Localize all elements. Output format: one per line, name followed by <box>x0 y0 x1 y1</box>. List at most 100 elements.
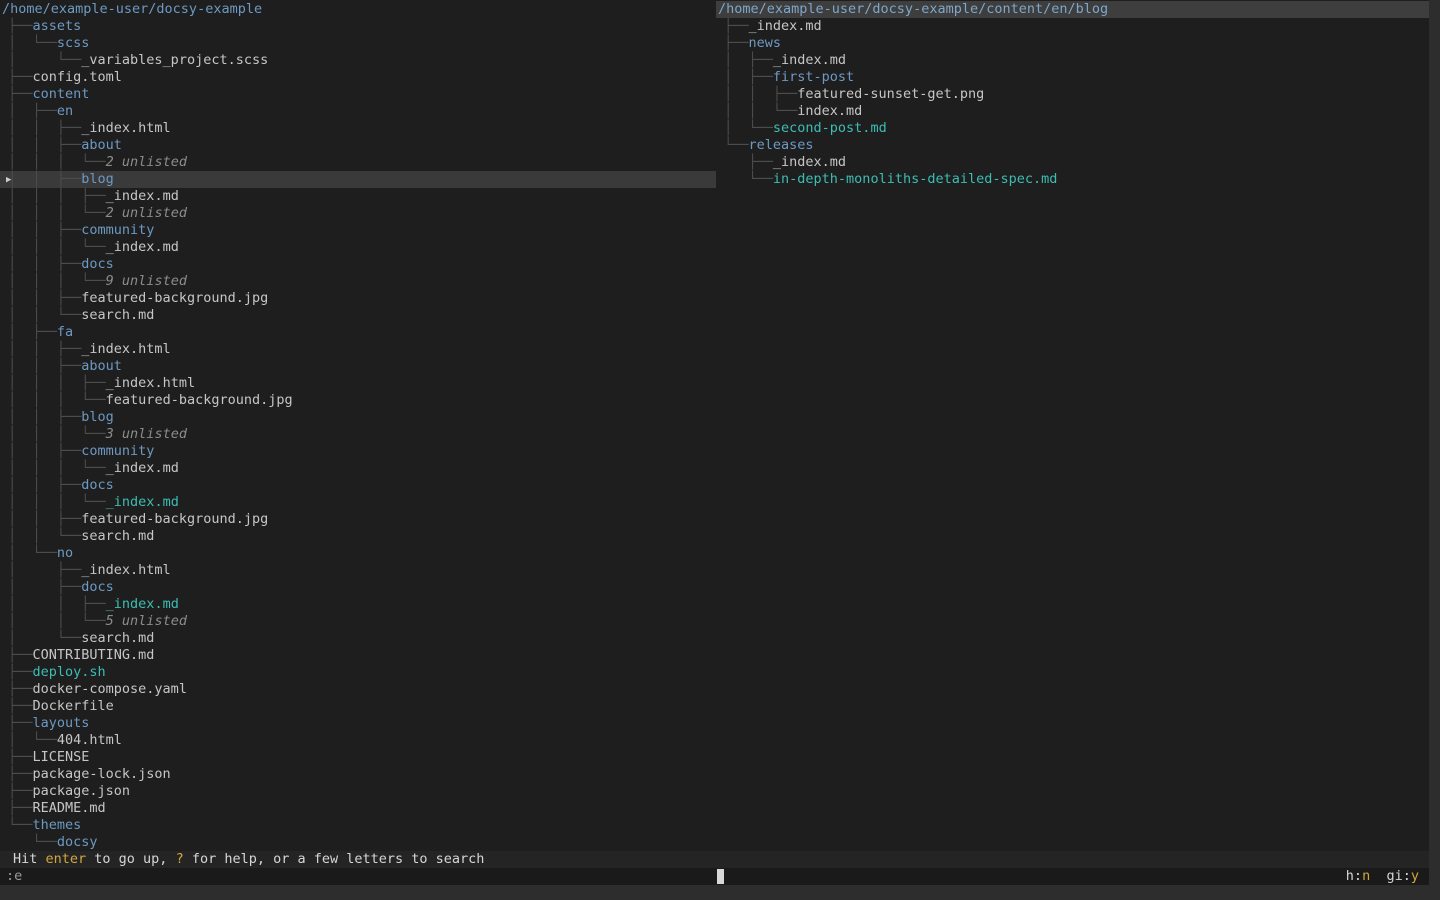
tree-row[interactable]: │ │ ├──blog <box>0 409 716 426</box>
tree-row[interactable]: ├──assets <box>0 18 716 35</box>
dir-name: about <box>81 358 122 374</box>
tree-row[interactable]: │ │ │ ├──_index.html <box>0 375 716 392</box>
tree-row[interactable]: │ ├──_index.html <box>0 562 716 579</box>
tree-row[interactable]: │ │ ├──_index.html <box>0 341 716 358</box>
tree-row[interactable]: │ │ └──5 unlisted <box>0 613 716 630</box>
tree-branch: │ │ ├── <box>716 86 797 102</box>
broot-window: /home/example-user/docsy-example ├──asse… <box>0 0 1440 900</box>
tree-row[interactable]: ├──news <box>716 35 1429 52</box>
tree-branch: ├── <box>0 664 33 680</box>
file-name: deploy.sh <box>33 664 106 680</box>
file-name: featured-background.jpg <box>81 511 268 527</box>
tree-row[interactable]: │ │ ├──_index.html <box>0 120 716 137</box>
file-name: config.toml <box>33 69 122 85</box>
tree-branch: │ └── <box>0 545 57 561</box>
tree-row[interactable]: │ │ │ └──9 unlisted <box>0 273 716 290</box>
flag-value: n <box>1362 868 1370 884</box>
tree-row[interactable]: └──releases <box>716 137 1429 154</box>
tree-branch: │ ├── <box>0 103 57 119</box>
tree-row[interactable]: │ │ │ └──_index.md <box>0 460 716 477</box>
file-name: _index.md <box>106 239 179 255</box>
tree-row[interactable]: │ │ │ └──2 unlisted <box>0 205 716 222</box>
tree-branch: │ └── <box>0 35 57 51</box>
tree-branch: │ │ ├── <box>0 443 81 459</box>
tree-row[interactable]: │ │ │ ├──_index.md <box>0 188 716 205</box>
tree-row[interactable]: ├──README.md <box>0 800 716 817</box>
command-input-value[interactable]: :e <box>6 868 22 885</box>
tree-row[interactable]: ├──package.json <box>0 783 716 800</box>
tree-row[interactable]: ├──docker-compose.yaml <box>0 681 716 698</box>
flag-separator <box>1370 868 1386 884</box>
tree-row[interactable]: │ └──second-post.md <box>716 120 1429 137</box>
tree-branch: │ │ └── <box>0 613 106 629</box>
file-name: featured-background.jpg <box>81 290 268 306</box>
dir-name: blog <box>81 171 114 187</box>
tree-branch: │ ├── <box>0 562 81 578</box>
tree-row[interactable]: │ │ ├──about <box>0 358 716 375</box>
tree-row[interactable]: │ │ └──index.md <box>716 103 1429 120</box>
file-name: _index.html <box>81 120 170 136</box>
tree-branch: │ ├── <box>716 69 773 85</box>
status-text-segment: enter <box>46 851 87 867</box>
tree-row[interactable]: │ │ ├──community <box>0 222 716 239</box>
tree-row[interactable]: └──themes <box>0 817 716 834</box>
tree-row[interactable]: │ │ ├──about <box>0 137 716 154</box>
tree-row[interactable]: │ ├──en <box>0 103 716 120</box>
tree-row[interactable]: │ └──scss <box>0 35 716 52</box>
tree-row[interactable]: │ ├──fa <box>0 324 716 341</box>
tree-row[interactable]: ├──package-lock.json <box>0 766 716 783</box>
tree-row[interactable]: │ │ ├──_index.md <box>0 596 716 613</box>
dir-name: community <box>81 222 154 238</box>
tree-row[interactable]: │ │ │ └──featured-background.jpg <box>0 392 716 409</box>
tree-row[interactable]: ├──_index.md <box>716 154 1429 171</box>
tree-row[interactable]: ├──LICENSE <box>0 749 716 766</box>
tree-row[interactable]: │ │ ├──featured-background.jpg <box>0 290 716 307</box>
tree-row[interactable]: │ │ ├──docs <box>0 256 716 273</box>
tree-row[interactable]: │ │ │ └──2 unlisted <box>0 154 716 171</box>
tree-row[interactable]: ├──Dockerfile <box>0 698 716 715</box>
command-input-bar[interactable]: :e h:n gi:y <box>0 868 1429 885</box>
tree-row[interactable]: │ │ ├──docs <box>0 477 716 494</box>
tree-row[interactable]: ├──_index.md <box>716 18 1429 35</box>
tree-branch: │ └── <box>716 120 773 136</box>
file-name: 9 unlisted <box>106 273 187 289</box>
file-name: CONTRIBUTING.md <box>33 647 155 663</box>
tree-branch: ├── <box>0 749 33 765</box>
tree-row[interactable]: └──in-depth-monoliths-detailed-spec.md <box>716 171 1429 188</box>
mode-flags: h:n gi:y <box>1346 868 1419 885</box>
file-name: _index.md <box>773 52 846 68</box>
file-name: 2 unlisted <box>106 154 187 170</box>
tree-branch: │ │ ├── <box>0 222 81 238</box>
tree-row[interactable]: │ │ ├──featured-background.jpg <box>0 511 716 528</box>
tree-row[interactable]: │ ├──docs <box>0 579 716 596</box>
tree-row[interactable]: ▶ │ │ ├──blog <box>0 171 716 188</box>
left-panel: /home/example-user/docsy-example ├──asse… <box>0 1 716 851</box>
tree-row[interactable]: │ ├──_index.md <box>716 52 1429 69</box>
tree-row[interactable]: │ └──_variables_project.scss <box>0 52 716 69</box>
tree-row[interactable]: │ │ └──search.md <box>0 307 716 324</box>
tree-row[interactable]: │ │ │ └──3 unlisted <box>0 426 716 443</box>
tree-row[interactable]: │ │ └──search.md <box>0 528 716 545</box>
tree-branch: │ │ │ └── <box>0 392 106 408</box>
tree-row[interactable]: │ │ ├──community <box>0 443 716 460</box>
tree-row[interactable]: ├──config.toml <box>0 69 716 86</box>
selection-arrow-icon: ▶ <box>6 172 11 189</box>
flag-value: y <box>1411 868 1419 884</box>
tree-row[interactable]: └──docsy <box>0 834 716 851</box>
tree-row[interactable]: │ ├──first-post <box>716 69 1429 86</box>
dir-name: no <box>57 545 73 561</box>
tree-row[interactable]: │ │ │ └──_index.md <box>0 494 716 511</box>
tree-row[interactable]: ├──layouts <box>0 715 716 732</box>
tree-row[interactable]: ├──deploy.sh <box>0 664 716 681</box>
tree-branch: │ │ │ ├── <box>0 375 106 391</box>
tree-branch: ├── <box>716 35 749 51</box>
tree-row[interactable]: │ └──no <box>0 545 716 562</box>
right-tree: ├──_index.md ├──news │ ├──_index.md │ ├─… <box>716 18 1429 188</box>
dir-name: en <box>57 103 73 119</box>
tree-row[interactable]: │ └──search.md <box>0 630 716 647</box>
tree-row[interactable]: ├──CONTRIBUTING.md <box>0 647 716 664</box>
tree-row[interactable]: │ │ ├──featured-sunset-get.png <box>716 86 1429 103</box>
tree-row[interactable]: │ └──404.html <box>0 732 716 749</box>
tree-row[interactable]: ├──content <box>0 86 716 103</box>
tree-row[interactable]: │ │ │ └──_index.md <box>0 239 716 256</box>
